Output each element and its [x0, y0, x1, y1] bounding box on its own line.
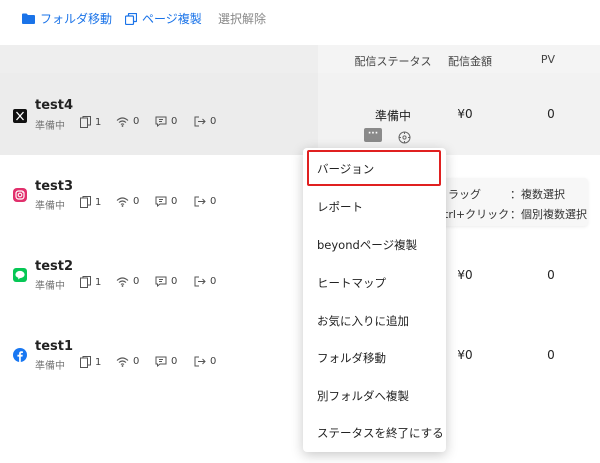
message-icon	[155, 276, 167, 287]
tooltip-ctrl-click-key: trl+クリック	[444, 208, 510, 221]
page-status-text: 準備中	[35, 361, 65, 372]
toolbar: フォルダ移動 ページ複製 選択解除	[0, 0, 600, 36]
tooltip-drag-value: ：複数選択	[510, 188, 565, 201]
pages-icon	[80, 116, 91, 128]
signal-count: 0	[116, 276, 139, 287]
exit-icon	[194, 356, 206, 367]
message-count: 0	[155, 116, 177, 127]
deselect-button[interactable]: 選択解除	[218, 10, 266, 27]
exit-count: 0	[194, 276, 216, 287]
pages-icon	[80, 276, 91, 288]
menu-item-beyond-duplicate[interactable]: beyondページ複製	[303, 226, 446, 264]
tooltip-ctrl-click-value: ：個別複数選択	[510, 208, 587, 221]
line-logo-icon	[12, 267, 28, 283]
message-count: 0	[155, 276, 177, 287]
column-amount-header[interactable]: 配信金額	[440, 53, 500, 69]
exit-icon	[194, 196, 206, 207]
pv-count: 0	[547, 348, 555, 362]
exit-icon	[194, 276, 206, 287]
pages-icon	[80, 356, 91, 368]
page-status-text: 準備中	[35, 121, 65, 132]
page-status-text: 準備中	[35, 201, 65, 212]
pages-icon	[80, 196, 91, 208]
menu-item-heatmap[interactable]: ヒートマップ	[303, 264, 446, 302]
wifi-icon	[116, 116, 129, 127]
page-name[interactable]: test3	[35, 179, 73, 194]
page-name[interactable]: test1	[35, 339, 73, 354]
page-duplicate-button[interactable]: ページ複製	[125, 10, 202, 27]
x-logo-icon	[12, 108, 28, 124]
page-status-text: 準備中	[35, 281, 65, 292]
delivery-amount: ¥0	[457, 348, 473, 362]
page-name[interactable]: test2	[35, 259, 73, 274]
menu-item-folder-move[interactable]: フォルダ移動	[303, 339, 446, 377]
delivery-amount: ¥0	[457, 268, 473, 282]
page-count: 1	[80, 116, 101, 128]
folder-move-button[interactable]: フォルダ移動	[22, 10, 112, 27]
page-duplicate-label: ページ複製	[142, 12, 202, 26]
folder-move-label: フォルダ移動	[40, 12, 113, 26]
exit-count: 0	[194, 116, 216, 127]
wifi-icon	[116, 356, 129, 367]
table-row[interactable]: test2 準備中 1 0 0 0 ¥0 0	[0, 235, 600, 315]
instagram-logo-icon	[12, 187, 28, 203]
menu-item-report[interactable]: レポート	[303, 188, 446, 226]
copy-icon	[125, 12, 137, 25]
signal-count: 0	[116, 116, 139, 127]
message-icon	[155, 116, 167, 127]
selection-hint-tooltip: ラッグ ：複数選択 trl+クリック ：個別複数選択	[430, 178, 588, 226]
more-actions-menu: バージョン レポート beyondページ複製 ヒートマップ お気に入りに追加 フ…	[303, 148, 446, 452]
pv-count: 0	[547, 107, 555, 121]
exit-icon	[194, 116, 206, 127]
column-pv-header[interactable]: PV	[520, 53, 576, 66]
folder-icon	[22, 13, 35, 24]
page-count: 1	[80, 356, 101, 368]
message-count: 0	[155, 196, 177, 207]
message-icon	[155, 196, 167, 207]
menu-item-duplicate-to-folder[interactable]: 別フォルダへ複製	[303, 377, 446, 415]
column-status-header[interactable]: 配信ステータス	[352, 53, 434, 69]
table-row[interactable]: test1 準備中 1 0 0 0 ¥0 0	[0, 315, 600, 395]
message-icon	[155, 356, 167, 367]
more-actions-button[interactable]: ···	[364, 128, 382, 142]
exit-count: 0	[194, 196, 216, 207]
page-count: 1	[80, 276, 101, 288]
delivery-status: 準備中	[374, 109, 411, 123]
signal-count: 0	[116, 196, 139, 207]
message-count: 0	[155, 356, 177, 367]
page-count: 1	[80, 196, 101, 208]
table-row[interactable]: test4 準備中 1 0 0 0 準備中 ¥0 0	[0, 73, 600, 155]
menu-item-add-favorite[interactable]: お気に入りに追加	[303, 302, 446, 340]
delivery-amount: ¥0	[457, 107, 473, 121]
wifi-icon	[116, 196, 129, 207]
wifi-icon	[116, 276, 129, 287]
tooltip-drag-key: ラッグ	[448, 188, 481, 201]
menu-item-end-status[interactable]: ステータスを終了にする	[303, 414, 446, 452]
table-header: 配信ステータス 配信金額 PV	[0, 45, 600, 73]
pv-count: 0	[547, 268, 555, 282]
menu-item-version[interactable]: バージョン	[303, 150, 446, 188]
signal-count: 0	[116, 356, 139, 367]
exit-count: 0	[194, 356, 216, 367]
facebook-logo-icon	[12, 347, 28, 363]
settings-icon[interactable]	[398, 129, 411, 148]
deselect-label: 選択解除	[218, 12, 267, 26]
page-name[interactable]: test4	[35, 98, 73, 113]
